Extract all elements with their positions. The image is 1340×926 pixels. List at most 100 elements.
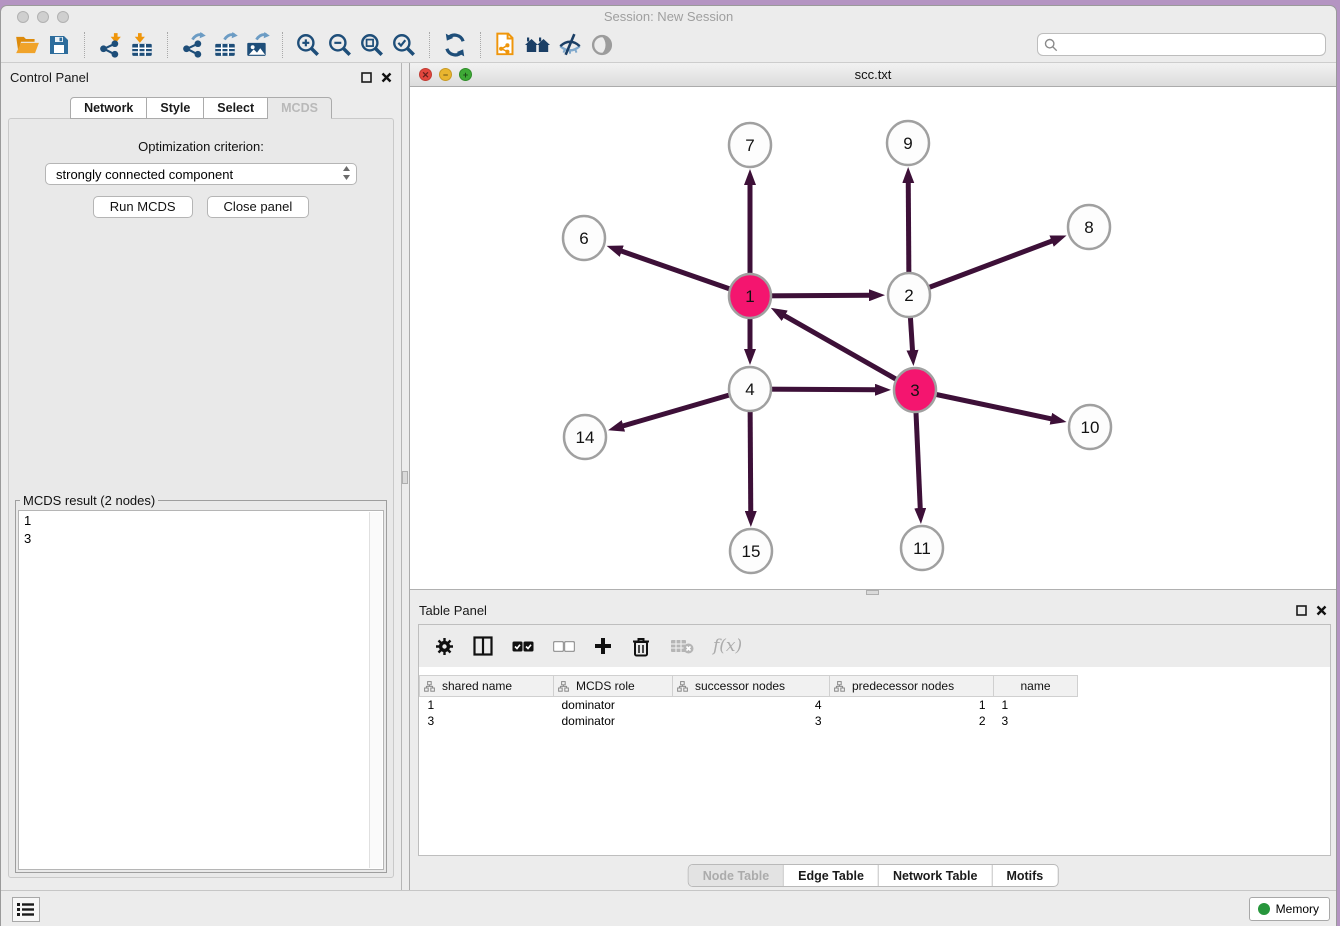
tab-node-table[interactable]: Node Table (689, 865, 783, 886)
task-history-button[interactable] (12, 897, 40, 922)
criterion-value: strongly connected component (56, 167, 233, 182)
float-panel-icon[interactable] (1296, 605, 1307, 616)
cell-name[interactable]: 3 (994, 713, 1078, 729)
zoom-fit-icon (359, 32, 385, 58)
splitter-handle[interactable] (402, 471, 408, 484)
network-minimize-button[interactable]: − (439, 68, 452, 81)
result-scrollbar[interactable] (369, 512, 382, 868)
column-header-mcds-role[interactable]: MCDS role (554, 676, 673, 697)
delete-table-icon (670, 638, 694, 654)
zoom-out-button[interactable] (324, 31, 356, 59)
graph-node-label: 8 (1084, 218, 1093, 237)
tab-select[interactable]: Select (204, 97, 268, 119)
cell-mcds-role[interactable]: dominator (554, 713, 673, 729)
column-header-name[interactable]: name (994, 676, 1078, 697)
apply-preferred-layout-button[interactable] (439, 31, 471, 59)
toolbar-separator (167, 32, 168, 58)
table-row[interactable]: 3 dominator 3 2 3 (420, 713, 1078, 729)
zoom-selected-button[interactable] (388, 31, 420, 59)
export-table-button[interactable] (209, 31, 241, 59)
toolbar-separator (480, 32, 481, 58)
close-panel-icon[interactable] (1316, 605, 1327, 616)
close-panel-icon[interactable] (381, 72, 392, 83)
graph-node-label: 3 (910, 381, 919, 400)
mcds-result-fieldset: MCDS result (2 nodes) 1 3 (15, 493, 387, 873)
column-type-icon (834, 681, 845, 692)
tab-motifs[interactable]: Motifs (991, 865, 1057, 886)
run-mcds-button[interactable]: Run MCDS (93, 196, 193, 218)
optimization-criterion-label: Optimization criterion: (9, 139, 393, 154)
tab-network[interactable]: Network (70, 97, 147, 119)
cell-successor-nodes[interactable]: 3 (673, 713, 830, 729)
criterion-select[interactable]: strongly connected component (45, 163, 357, 185)
zoom-in-button[interactable] (292, 31, 324, 59)
graph-edge-3-1[interactable] (783, 315, 915, 390)
import-network-icon (97, 32, 123, 58)
toolbar-separator (429, 32, 430, 58)
splitter-handle[interactable] (866, 590, 879, 595)
network-maximize-button[interactable]: + (459, 68, 472, 81)
tab-style[interactable]: Style (147, 97, 204, 119)
column-header-successor-nodes[interactable]: successor nodes (673, 676, 830, 697)
new-network-from-selection-button[interactable] (490, 31, 522, 59)
export-image-icon (244, 32, 270, 58)
cell-predecessor-nodes[interactable]: 2 (830, 713, 994, 729)
open-session-button[interactable] (11, 31, 43, 59)
cell-shared-name[interactable]: 1 (420, 697, 554, 713)
network-canvas[interactable]: 7968124314101511 (410, 87, 1336, 589)
hide-details-button[interactable] (554, 31, 586, 59)
graph-node-label: 11 (913, 539, 931, 558)
horizontal-splitter[interactable] (410, 589, 1336, 596)
function-builder-button-disabled: f(x) (713, 636, 742, 656)
vertical-splitter[interactable] (401, 63, 410, 890)
float-panel-icon[interactable] (361, 72, 372, 83)
memory-button[interactable]: Memory (1249, 897, 1330, 921)
show-details-button[interactable] (586, 31, 618, 59)
close-panel-button[interactable]: Close panel (207, 196, 310, 218)
search-box[interactable] (1037, 33, 1326, 56)
close-window-button[interactable] (17, 11, 29, 23)
graph-edge-2-8[interactable] (909, 240, 1053, 295)
zoom-fit-button[interactable] (356, 31, 388, 59)
select-all-columns-button[interactable] (512, 641, 534, 652)
network-graph: 7968124314101511 (410, 87, 1336, 589)
unselect-all-columns-button[interactable] (553, 641, 575, 652)
tab-edge-table[interactable]: Edge Table (783, 865, 878, 886)
delete-column-button[interactable] (631, 636, 651, 657)
minimize-window-button[interactable] (37, 11, 49, 23)
network-close-button[interactable]: ✕ (419, 68, 432, 81)
export-network-button[interactable] (177, 31, 209, 59)
houses-button[interactable] (522, 31, 554, 59)
export-table-icon (212, 32, 238, 58)
export-image-button[interactable] (241, 31, 273, 59)
table-panel-title: Table Panel (419, 603, 487, 618)
maximize-window-button[interactable] (57, 11, 69, 23)
cell-shared-name[interactable]: 3 (420, 713, 554, 729)
mcds-result-list[interactable]: 1 3 (18, 510, 384, 870)
app-window: Session: New Session (0, 5, 1337, 926)
cell-successor-nodes[interactable]: 4 (673, 697, 830, 713)
refresh-icon (442, 32, 468, 58)
tab-mcds[interactable]: MCDS (268, 97, 332, 119)
import-table-button[interactable] (126, 31, 158, 59)
table-settings-button[interactable] (435, 637, 454, 656)
column-header-predecessor-nodes[interactable]: predecessor nodes (830, 676, 994, 697)
cell-mcds-role[interactable]: dominator (554, 697, 673, 713)
network-view-titlebar: ✕ − + scc.txt (410, 63, 1336, 87)
mcds-result-item: 3 (24, 530, 378, 548)
delete-table-button-disabled (670, 638, 694, 654)
search-input[interactable] (1062, 37, 1319, 52)
cell-name[interactable]: 1 (994, 697, 1078, 713)
cell-predecessor-nodes[interactable]: 1 (830, 697, 994, 713)
toolbar-separator (282, 32, 283, 58)
save-session-button[interactable] (43, 31, 75, 59)
import-network-button[interactable] (94, 31, 126, 59)
mcds-result-item: 1 (24, 512, 378, 530)
tab-network-table[interactable]: Network Table (878, 865, 992, 886)
create-column-button[interactable] (594, 637, 612, 655)
show-column-panel-button[interactable] (473, 636, 493, 656)
column-header-shared-name[interactable]: shared name (420, 676, 554, 697)
table-header-row: shared name MCDS role successor nodes pr… (420, 676, 1078, 697)
zoom-selected-icon (391, 32, 417, 58)
table-row[interactable]: 1 dominator 4 1 1 (420, 697, 1078, 713)
